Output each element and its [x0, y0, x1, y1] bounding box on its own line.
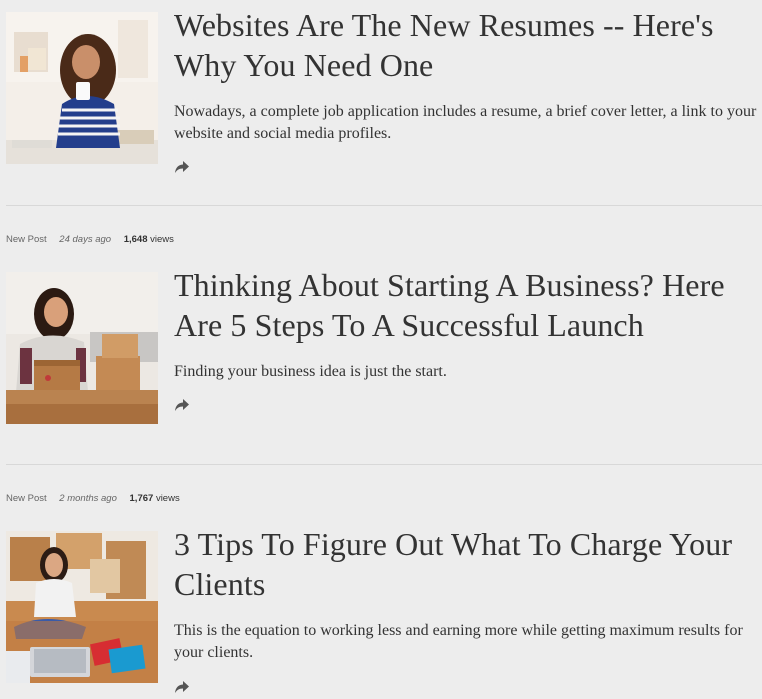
- post-thumbnail[interactable]: [6, 12, 158, 164]
- post-age: 24 days ago: [59, 234, 112, 245]
- views-count: 1,648: [123, 234, 148, 245]
- post-divider: [6, 205, 762, 206]
- share-arrow-icon[interactable]: [174, 398, 192, 414]
- woman-with-laptop-image: [6, 531, 158, 683]
- woman-with-mug-image: [6, 12, 158, 164]
- post-thumbnail[interactable]: [6, 272, 158, 424]
- post-title[interactable]: Websites Are The New Resumes -- Here's W…: [174, 5, 758, 85]
- post-type: New Post: [6, 493, 47, 504]
- post-excerpt: Finding your business idea is just the s…: [174, 363, 447, 380]
- post-type: New Post: [6, 234, 47, 245]
- post-title[interactable]: Thinking About Starting A Business? Here…: [174, 265, 758, 345]
- post-divider: [6, 464, 762, 465]
- post-title[interactable]: 3 Tips To Figure Out What To Charge Your…: [174, 524, 758, 604]
- share-arrow-icon[interactable]: [174, 160, 192, 176]
- post-excerpt: Nowadays, a complete job application inc…: [174, 103, 757, 142]
- post-excerpt: This is the equation to working less and…: [174, 622, 743, 661]
- post-views: 1,767 views: [130, 493, 180, 504]
- views-label: views: [150, 234, 174, 245]
- post-age: 2 months ago: [59, 493, 117, 504]
- post-thumbnail[interactable]: [6, 531, 158, 683]
- post-views: 1,648 views: [124, 234, 174, 245]
- views-count: 1,767: [129, 493, 154, 504]
- woman-with-boxes-image: [6, 272, 158, 424]
- share-arrow-icon[interactable]: [174, 680, 192, 696]
- post-meta: New Post 24 days ago 1,648 views: [6, 234, 174, 245]
- post-meta: New Post 2 months ago 1,767 views: [6, 493, 180, 504]
- views-label: views: [155, 493, 180, 504]
